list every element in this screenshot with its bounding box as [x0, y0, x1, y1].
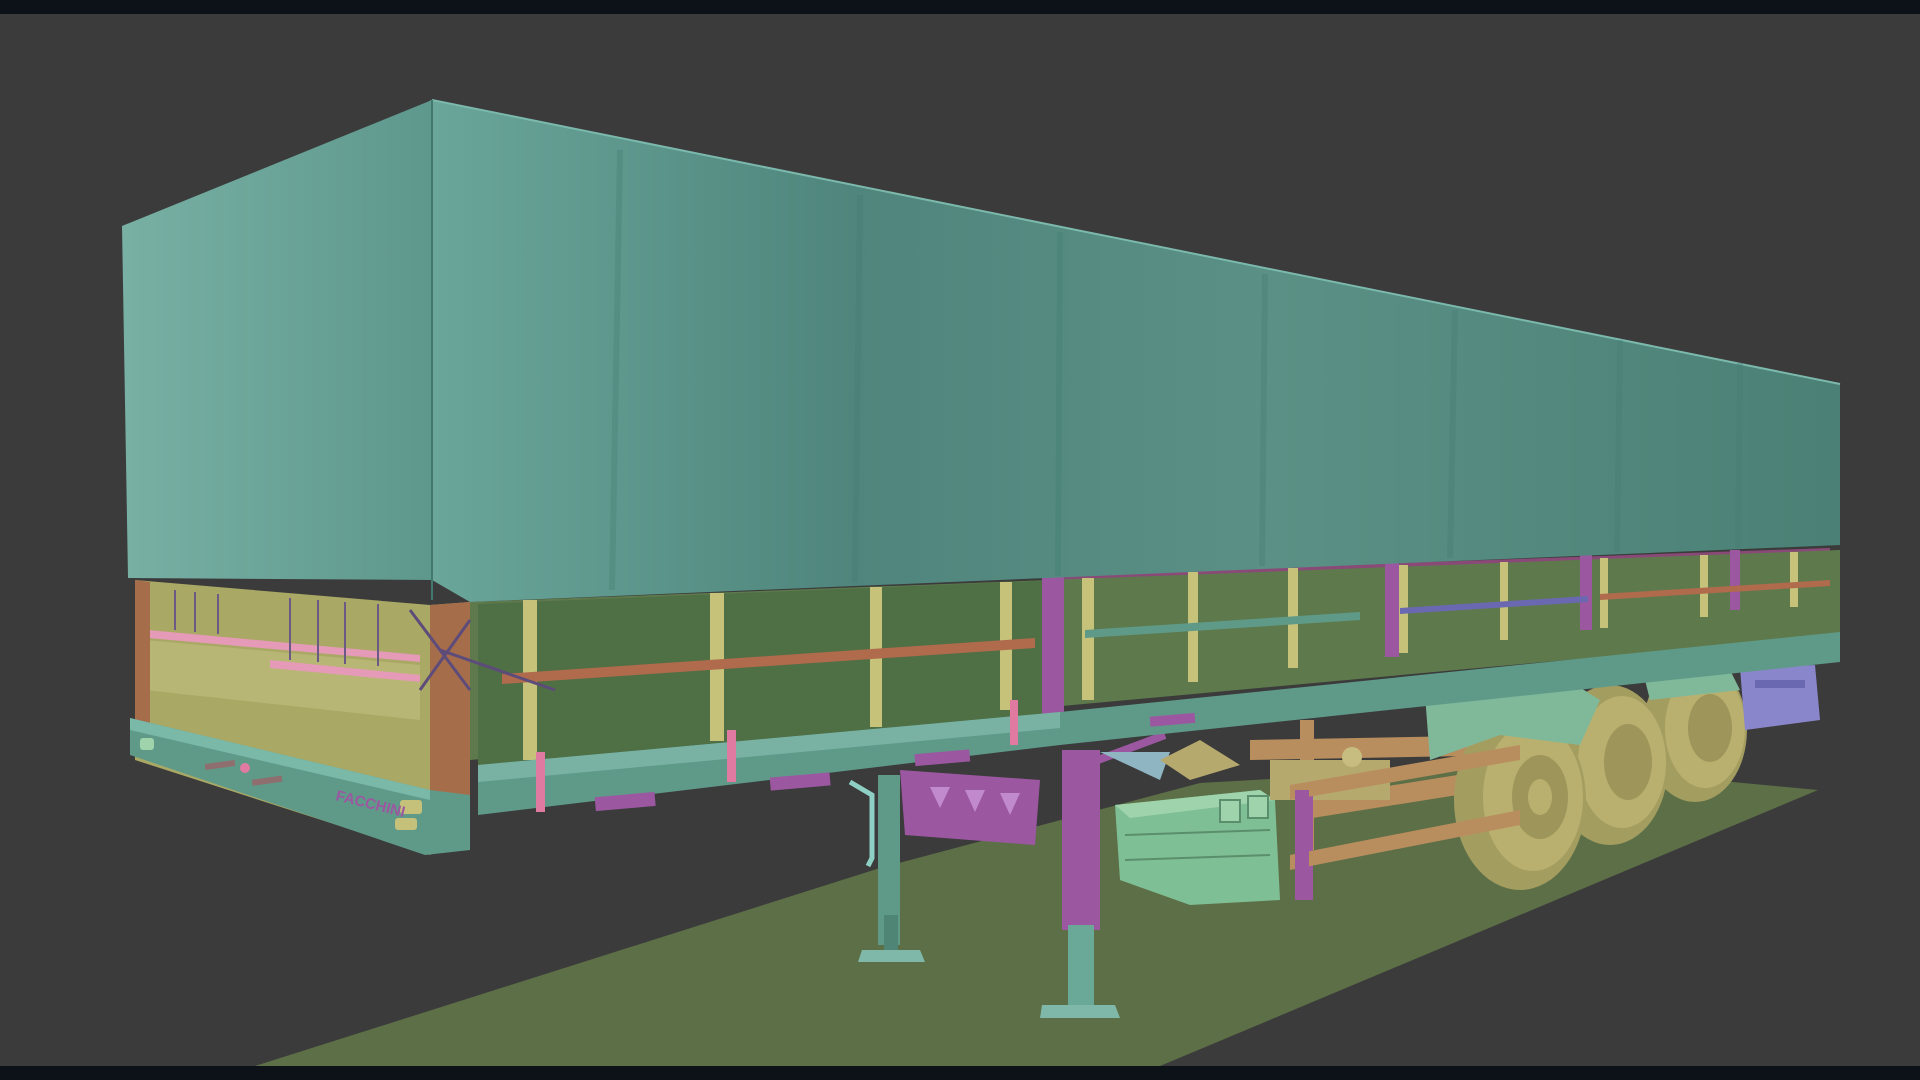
tarp-side	[430, 100, 1840, 602]
top-window-bar	[0, 0, 1920, 14]
tarp-cover	[122, 99, 1841, 602]
rear-bumper	[1740, 665, 1820, 730]
render-window: FACCHINI	[0, 0, 1920, 1080]
bottom-window-bar	[0, 1066, 1920, 1080]
tail-light-left	[140, 738, 154, 750]
tarp-front	[122, 100, 432, 580]
landing-gear-brace	[900, 770, 1040, 845]
corner-post	[430, 602, 470, 820]
3d-viewport[interactable]: FACCHINI	[0, 14, 1920, 1066]
trailer-render: FACCHINI	[122, 99, 1841, 1066]
